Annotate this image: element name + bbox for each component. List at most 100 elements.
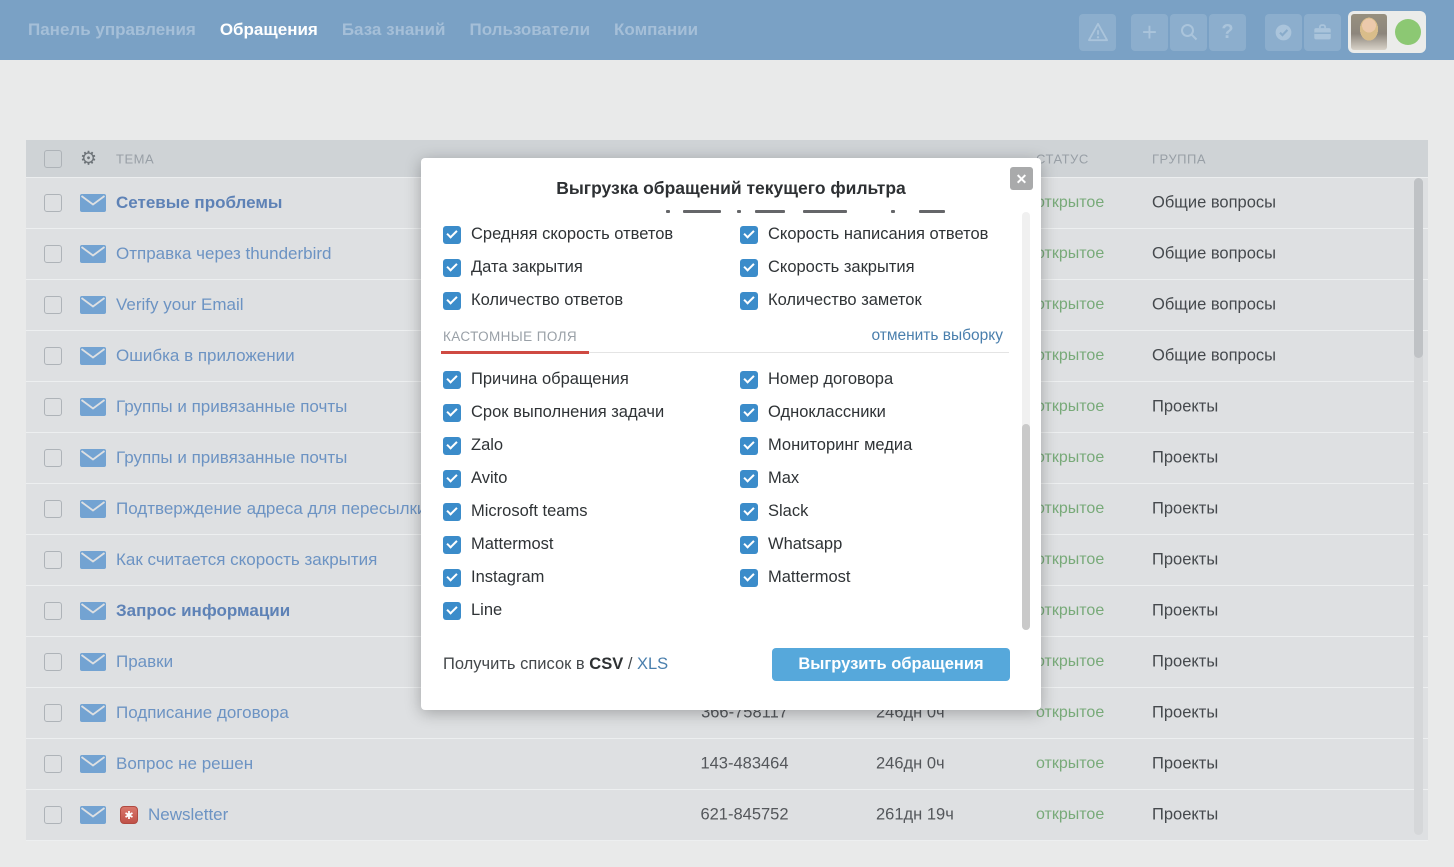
- export-field-label[interactable]: Средняя скорость ответов: [471, 225, 673, 244]
- checkbox-checked-icon[interactable]: [443, 536, 461, 554]
- column-header-status[interactable]: СТАТУС: [1036, 151, 1089, 166]
- modal-scrollbar-thumb[interactable]: [1022, 424, 1030, 630]
- export-field-label[interactable]: Whatsapp: [768, 535, 842, 554]
- checkbox-checked-icon[interactable]: [740, 470, 758, 488]
- export-field-label[interactable]: Срок выполнения задачи: [471, 403, 664, 422]
- checkbox-checked-icon[interactable]: [443, 569, 461, 587]
- export-field-label[interactable]: Microsoft teams: [471, 502, 587, 521]
- export-field-option[interactable]: Microsoft teams: [443, 502, 740, 521]
- checkbox-checked-icon[interactable]: [443, 503, 461, 521]
- nav-item-tickets[interactable]: Обращения: [220, 20, 318, 40]
- row-checkbox[interactable]: [44, 449, 62, 467]
- nav-item-knowledge-base[interactable]: База знаний: [342, 20, 446, 40]
- checkbox-checked-icon[interactable]: [740, 404, 758, 422]
- briefcase-icon[interactable]: [1304, 14, 1341, 51]
- export-field-option[interactable]: Срок выполнения задачи: [443, 403, 740, 422]
- export-field-label[interactable]: Количество ответов: [471, 291, 623, 310]
- checkbox-checked-icon[interactable]: [740, 226, 758, 244]
- checkbox-checked-icon[interactable]: [740, 437, 758, 455]
- export-field-label[interactable]: Mattermost: [768, 568, 851, 587]
- export-field-label[interactable]: Mattermost: [471, 535, 554, 554]
- ticket-subject[interactable]: Verify your Email: [116, 295, 244, 315]
- export-field-label[interactable]: Line: [471, 601, 502, 620]
- column-header-subject[interactable]: ТЕМА: [116, 151, 154, 166]
- export-field-option[interactable]: Whatsapp: [740, 535, 1009, 554]
- table-row[interactable]: Вопрос не решен 143-483464 246дн 0ч откр…: [26, 739, 1428, 790]
- export-field-label[interactable]: Номер договора: [768, 370, 893, 389]
- badge-check-icon[interactable]: [1265, 14, 1302, 51]
- row-checkbox[interactable]: [44, 500, 62, 518]
- export-field-label[interactable]: Instagram: [471, 568, 544, 587]
- checkbox-checked-icon[interactable]: [740, 259, 758, 277]
- export-field-option[interactable]: Мониторинг медиа: [740, 436, 1009, 455]
- export-field-label[interactable]: Скорость закрытия: [768, 258, 915, 277]
- export-field-option[interactable]: Количество ответов: [443, 291, 740, 310]
- select-all-checkbox[interactable]: [44, 150, 62, 168]
- export-field-label[interactable]: Одноклассники: [768, 403, 886, 422]
- export-field-option[interactable]: Номер договора: [740, 370, 1009, 389]
- export-field-option[interactable]: Slack: [740, 502, 1009, 521]
- export-field-option[interactable]: Mattermost: [443, 535, 740, 554]
- export-field-label[interactable]: Avito: [471, 469, 507, 488]
- nav-item-companies[interactable]: Компании: [614, 20, 698, 40]
- deselect-all-link[interactable]: отменить выборку: [871, 327, 1003, 345]
- nav-item-users[interactable]: Пользователи: [469, 20, 590, 40]
- export-field-option[interactable]: Скорость написания ответов: [740, 225, 1009, 244]
- ticket-subject[interactable]: Запрос информации: [116, 601, 290, 621]
- ticket-subject[interactable]: Ошибка в приложении: [116, 346, 295, 366]
- row-checkbox[interactable]: [44, 551, 62, 569]
- export-field-option[interactable]: Mattermost: [740, 568, 1009, 587]
- checkbox-checked-icon[interactable]: [740, 503, 758, 521]
- modal-scrollbar[interactable]: [1022, 212, 1030, 630]
- row-checkbox[interactable]: [44, 194, 62, 212]
- row-checkbox[interactable]: [44, 653, 62, 671]
- gear-icon[interactable]: ⚙: [80, 149, 97, 168]
- row-checkbox[interactable]: [44, 245, 62, 263]
- ticket-subject[interactable]: Правки: [116, 652, 173, 672]
- plus-icon[interactable]: +: [1131, 14, 1168, 51]
- ticket-subject[interactable]: Вопрос не решен: [116, 754, 253, 774]
- export-field-option[interactable]: Дата закрытия: [443, 258, 740, 277]
- checkbox-checked-icon[interactable]: [740, 292, 758, 310]
- ticket-subject[interactable]: Группы и привязанные почты: [116, 448, 347, 468]
- ticket-subject[interactable]: Подтверждение адреса для пересылки: [116, 499, 426, 519]
- checkbox-checked-icon[interactable]: [443, 371, 461, 389]
- checkbox-checked-icon[interactable]: [740, 371, 758, 389]
- ticket-subject[interactable]: Отправка через thunderbird: [116, 244, 332, 264]
- export-field-option[interactable]: Zalo: [443, 436, 740, 455]
- export-field-option[interactable]: Avito: [443, 469, 740, 488]
- ticket-subject[interactable]: Группы и привязанные почты: [116, 397, 347, 417]
- export-field-label[interactable]: Max: [768, 469, 799, 488]
- export-tickets-button[interactable]: Выгрузить обращения: [772, 648, 1010, 681]
- export-field-option[interactable]: Причина обращения: [443, 370, 740, 389]
- checkbox-checked-icon[interactable]: [740, 569, 758, 587]
- table-scrollbar-thumb[interactable]: [1414, 178, 1423, 358]
- table-row[interactable]: ✱ Newsletter 621-845752 261дн 19ч открыт…: [26, 790, 1428, 841]
- row-checkbox[interactable]: [44, 398, 62, 416]
- warning-triangle-icon[interactable]: [1079, 14, 1116, 51]
- row-checkbox[interactable]: [44, 755, 62, 773]
- checkbox-checked-icon[interactable]: [443, 437, 461, 455]
- row-checkbox[interactable]: [44, 296, 62, 314]
- export-field-label[interactable]: Slack: [768, 502, 808, 521]
- checkbox-checked-icon[interactable]: [443, 226, 461, 244]
- export-field-option[interactable]: Max: [740, 469, 1009, 488]
- row-checkbox[interactable]: [44, 602, 62, 620]
- checkbox-checked-icon[interactable]: [443, 404, 461, 422]
- checkbox-checked-icon[interactable]: [443, 292, 461, 310]
- online-status-dot[interactable]: [1395, 19, 1421, 45]
- export-field-label[interactable]: Zalo: [471, 436, 503, 455]
- ticket-subject[interactable]: Newsletter: [148, 805, 228, 825]
- export-field-label[interactable]: Дата закрытия: [471, 258, 583, 277]
- csv-link[interactable]: CSV: [589, 655, 623, 673]
- checkbox-checked-icon[interactable]: [443, 602, 461, 620]
- export-field-option[interactable]: Средняя скорость ответов: [443, 225, 740, 244]
- row-checkbox[interactable]: [44, 806, 62, 824]
- nav-item-dashboard[interactable]: Панель управления: [28, 20, 196, 40]
- help-icon[interactable]: ?: [1209, 14, 1246, 51]
- user-profile-widget[interactable]: [1348, 11, 1426, 53]
- checkbox-checked-icon[interactable]: [443, 470, 461, 488]
- export-field-option[interactable]: Line: [443, 601, 740, 620]
- table-scrollbar[interactable]: [1414, 178, 1423, 835]
- ticket-subject[interactable]: Сетевые проблемы: [116, 193, 282, 213]
